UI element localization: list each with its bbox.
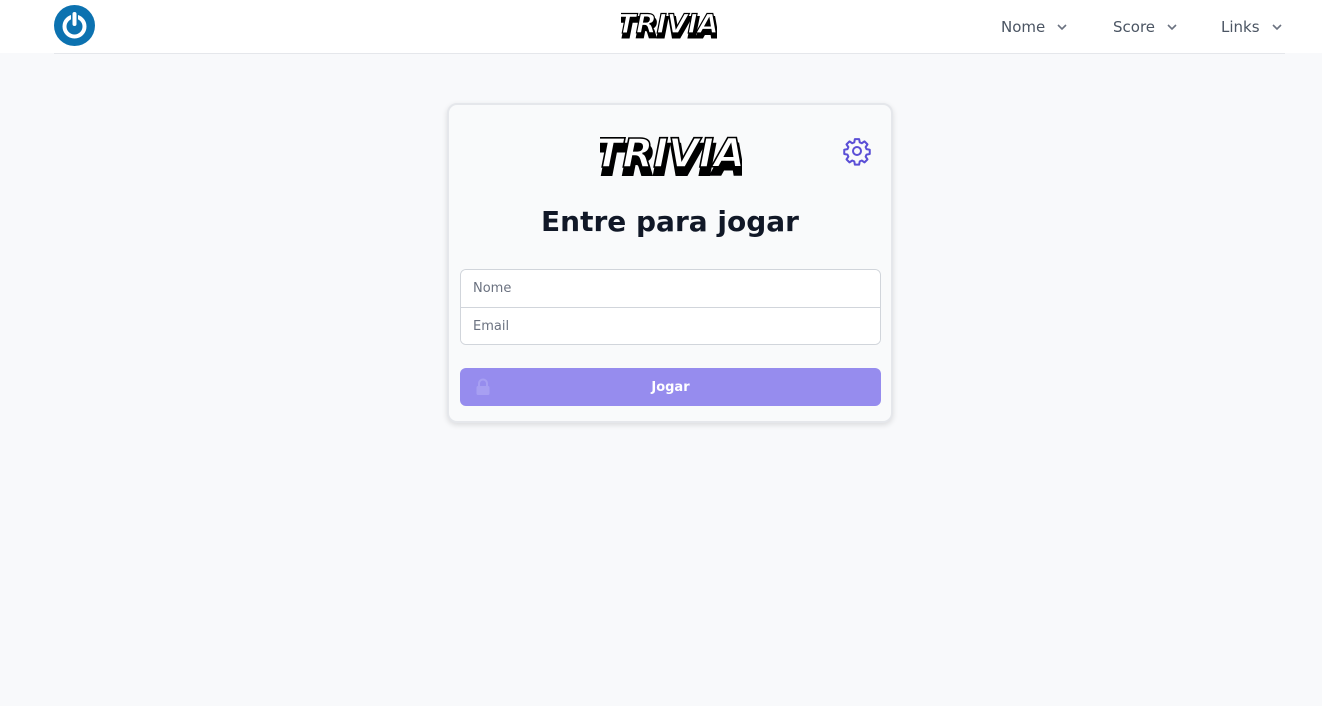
play-button-label: Jogar (651, 379, 690, 395)
nav-menu-score[interactable]: Score (1113, 0, 1179, 53)
nav-menu-label: Links (1221, 17, 1260, 36)
chevron-down-icon (1167, 23, 1177, 30)
svg-text:TRIVIA: TRIVIA (621, 9, 717, 40)
power-logo-icon[interactable] (54, 5, 95, 46)
nav-menu-label: Score (1113, 17, 1156, 36)
name-input[interactable] (461, 270, 880, 307)
trivia-logo: TRIVIA TRIVIA (600, 130, 742, 183)
login-form (460, 269, 881, 345)
chevron-down-icon (1057, 23, 1067, 30)
page-title: Entre para jogar (541, 205, 799, 238)
email-input[interactable] (461, 307, 880, 344)
lock-icon (476, 378, 490, 395)
trivia-logo: TRIVIA TRIVIA (621, 8, 717, 44)
gear-icon[interactable] (842, 136, 872, 166)
chevron-down-icon (1271, 23, 1282, 30)
svg-text:TRIVIA: TRIVIA (600, 131, 742, 177)
nav-menu-nome[interactable]: Nome (1001, 0, 1069, 53)
top-navbar: TRIVIA TRIVIA Nome Score Links (0, 0, 1322, 53)
login-card: TRIVIA TRIVIA Entre para jogar Jogar (447, 103, 893, 423)
play-button[interactable]: Jogar (460, 368, 881, 406)
nav-menu-links[interactable]: Links (1221, 0, 1284, 53)
navbar-divider (54, 53, 1285, 54)
nav-menu-label: Nome (1001, 17, 1046, 36)
